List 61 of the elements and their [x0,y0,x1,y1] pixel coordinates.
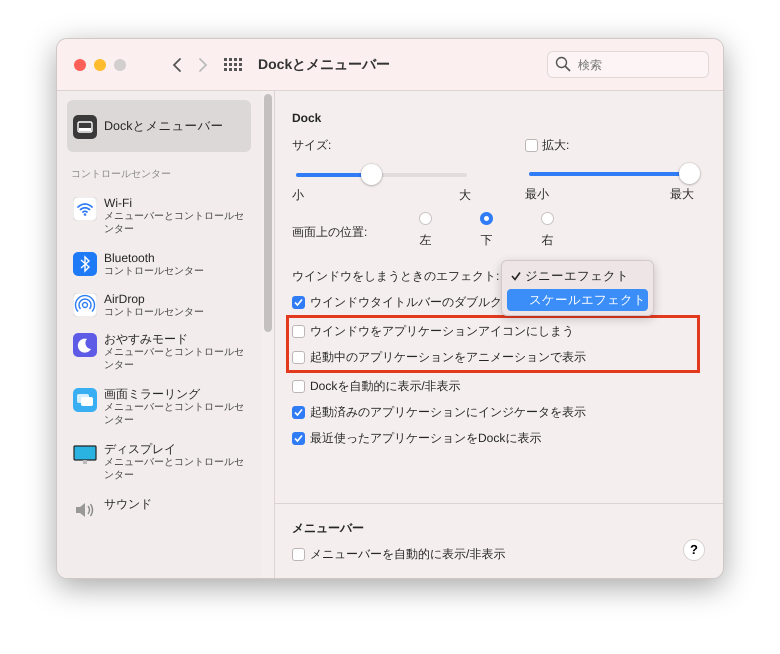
help-button[interactable]: ? [683,539,705,561]
max-label: 最大 [670,186,694,203]
zoom-button[interactable] [114,58,126,70]
checkmark-icon [511,271,521,282]
checkbox[interactable] [292,548,305,560]
slider-thumb[interactable] [360,164,382,185]
radio-label: 下 [480,232,492,249]
radio-label: 左 [420,232,432,249]
checkbox[interactable] [292,324,305,338]
checkbox-label: 起動済みのアプリケーションにインジケータを表示 [310,404,586,421]
checkbox[interactable] [292,432,305,444]
menu-item[interactable]: ジニーエフェクト [507,265,648,287]
airdrop-icon [73,292,97,316]
moon-icon [73,333,97,357]
radio-button[interactable] [480,212,493,225]
sidebar-item[interactable]: Dockとメニューバー [67,100,251,152]
sidebar-item[interactable]: 画面ミラーリング メニューバーとコントロールセンター [67,387,251,427]
checkbox[interactable] [292,380,305,392]
dock-icon [73,114,97,138]
scrollbar-thumb[interactable] [264,94,272,332]
forward-button[interactable] [198,56,208,72]
max-label: 大 [459,187,471,204]
section-title: メニューバー [292,520,365,537]
sidebar-item[interactable]: Wi-Fi メニューバーとコントロールセンター [67,196,251,236]
min-label: 小 [292,187,304,204]
screens-icon [73,388,97,412]
checkbox-label: Dockを自動的に表示/非表示 [310,378,461,395]
checkbox[interactable] [525,138,538,152]
sidebar-item[interactable]: AirDrop コントロールセンター [67,292,251,319]
close-button[interactable] [74,58,86,70]
field-label: サイズ: [292,137,332,154]
radio-button[interactable] [541,212,554,225]
radio-label: 右 [542,232,554,249]
slider-thumb[interactable] [679,163,700,184]
wifi-icon [73,197,97,221]
min-label: 最小 [525,186,549,203]
checkbox-label: 起動中のアプリケーションをアニメーションで表示 [310,349,586,366]
checkbox[interactable] [292,406,305,418]
sidebar-item[interactable]: ディスプレイ メニューバーとコントロールセンター [67,442,251,482]
section-header: コントロールセンター [71,168,172,182]
minimize-button[interactable] [94,58,106,70]
section-title: Dock [292,110,322,127]
field-label: ウインドウをしまうときのエフェクト: [292,268,500,285]
checkbox-label: 最近使ったアプリケーションをDockに表示 [310,430,542,447]
sidebar-item[interactable]: サウンド [67,497,251,522]
checkbox-label: ウインドウをアプリケーションアイコンにしまう [310,323,574,340]
checkbox-label: 拡大: [542,137,570,154]
checkbox-label: ウインドウタイトルバーのダブルク [310,294,502,311]
window-title: Dockとメニューバー [258,55,390,74]
checkbox-label: メニューバーを自動的に表示/非表示 [310,546,506,563]
monitor-icon [73,443,97,467]
field-label: 画面上の位置: [292,224,368,241]
checkbox[interactable] [292,350,305,364]
radio-button[interactable] [419,212,432,225]
grid-icon[interactable] [224,58,242,72]
checkbox[interactable] [292,296,305,308]
sidebar-item[interactable]: おやすみモード メニューバーとコントロールセンター [67,332,251,372]
sidebar-item[interactable]: Bluetooth コントロールセンター [67,251,251,278]
back-button[interactable] [172,56,182,72]
bluetooth-icon [73,252,97,276]
search-field[interactable]: 検索 [547,51,709,78]
